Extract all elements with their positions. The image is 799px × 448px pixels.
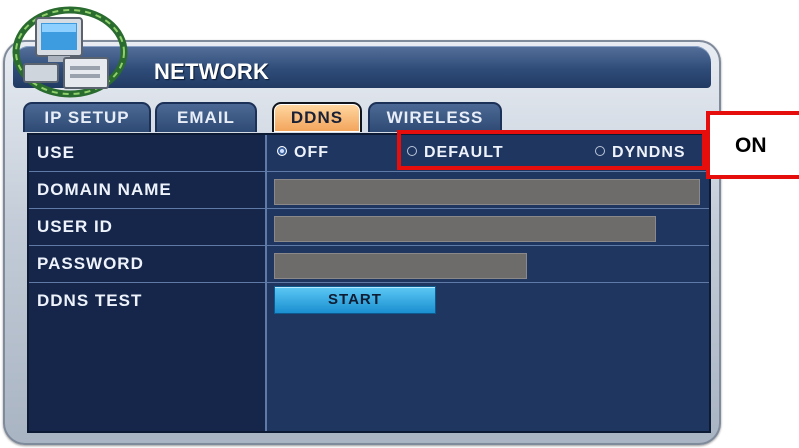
- ddns-test-label: DDNS TEST: [37, 291, 143, 310]
- radio-off-label: OFF: [294, 144, 329, 161]
- start-button[interactable]: START: [274, 286, 436, 314]
- tab-wireless[interactable]: WIRELESS: [368, 102, 502, 132]
- domain-name-field[interactable]: [274, 179, 700, 205]
- use-label: USE: [37, 143, 75, 162]
- password-label: PASSWORD: [37, 254, 144, 273]
- tab-email[interactable]: EMAIL: [155, 102, 257, 132]
- ddns-test-row: DDNS TEST START: [29, 283, 709, 319]
- user-id-field[interactable]: [274, 216, 656, 242]
- domain-name-row: DOMAIN NAME: [29, 172, 709, 209]
- user-id-row: USER ID: [29, 209, 709, 246]
- annotation-label: ON: [735, 134, 767, 157]
- user-id-label: USER ID: [37, 217, 113, 236]
- ddns-settings-panel: USE OFF DEFAULT DYNDNS DOMAIN NAME USER …: [27, 133, 711, 433]
- tab-ddns[interactable]: DDNS: [272, 102, 362, 132]
- network-pc-icon: [12, 6, 128, 98]
- password-row: PASSWORD: [29, 246, 709, 283]
- domain-name-label: DOMAIN NAME: [37, 180, 172, 199]
- radio-selected-icon: [277, 146, 287, 156]
- window-title: NETWORK: [154, 59, 270, 84]
- highlight-box: [397, 130, 706, 170]
- password-field[interactable]: [274, 253, 527, 279]
- radio-off[interactable]: OFF: [277, 135, 329, 171]
- tab-ip-setup[interactable]: IP SETUP: [23, 102, 151, 132]
